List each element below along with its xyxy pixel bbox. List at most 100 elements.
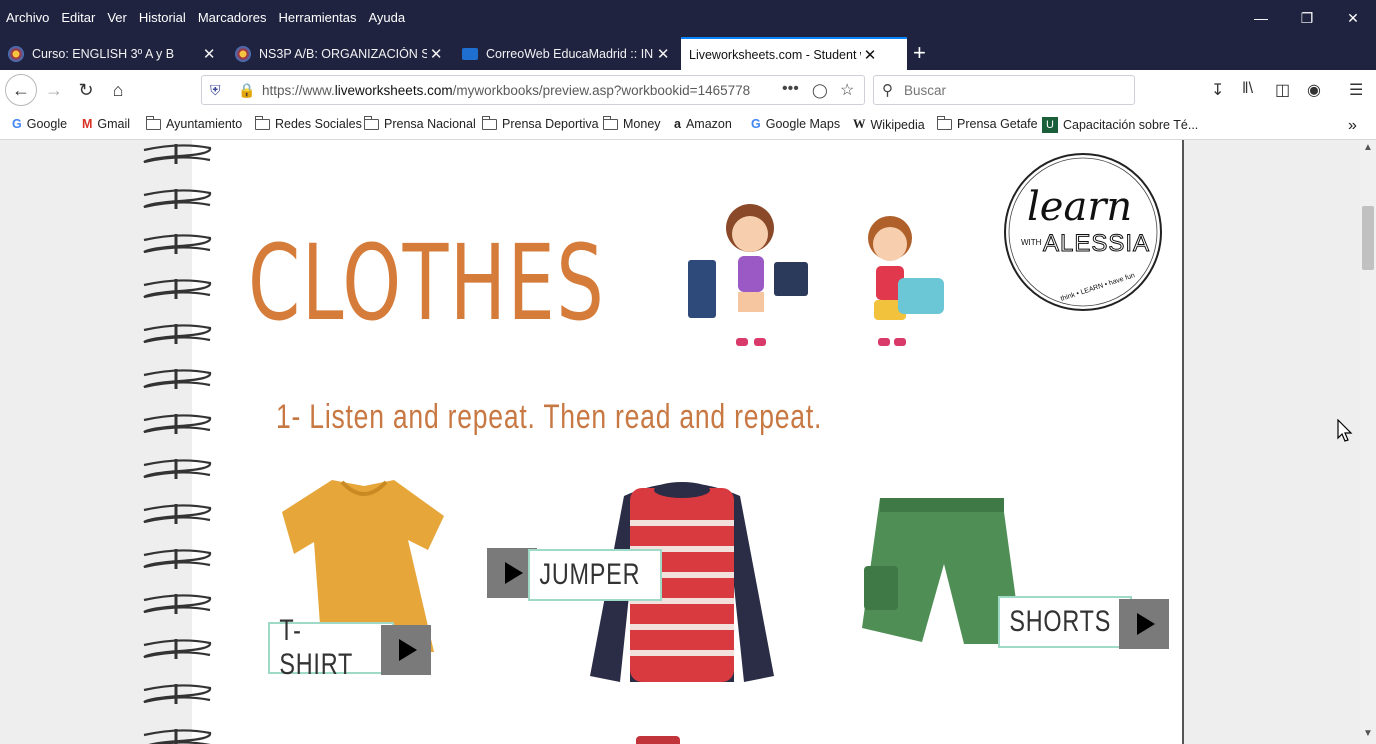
bookmark-label: Prensa Nacional [384,117,476,131]
bookmark-wikipedia[interactable]: W Wikipedia [853,117,925,132]
navigation-bar: ← → ↻ ⌂ ⛨ 🔒 https://www.liveworksheets.c… [0,70,1376,110]
menu-editar[interactable]: Editar [61,10,95,25]
tab-close-icon[interactable]: ✕ [654,45,672,63]
play-tshirt-button[interactable] [381,625,431,675]
bookmark-prensa-deportiva[interactable]: Prensa Deportiva [482,115,599,131]
folder-icon [146,115,161,130]
spiral-ring [143,414,212,434]
lock-icon[interactable]: 🔒 [238,82,255,99]
menu-ayuda[interactable]: Ayuda [368,10,405,25]
minimize-icon[interactable]: — [1238,0,1284,36]
bookmark-prensa-nacional[interactable]: Prensa Nacional [364,115,476,131]
more-actions-icon[interactable]: ••• [782,80,799,98]
tab-correoweb[interactable]: CorreoWeb EducaMadrid :: INBOX ✕ [454,38,680,70]
learn-with-alessia-logo: learn WITH ALESSIA think • LEARN • have … [1001,150,1165,314]
spiral-ring [143,729,212,744]
tab-close-icon[interactable]: ✕ [427,45,445,63]
spiral-ring [143,144,212,164]
google-icon: G [12,117,22,131]
mouse-cursor-icon [1337,419,1353,442]
menu-marcadores[interactable]: Marcadores [198,10,267,25]
library-icon[interactable]: ‖\ [1242,80,1253,98]
tab-title: Curso: ENGLISH 3º A y B [32,47,175,61]
moodle-icon [235,46,251,62]
logo-with: WITH [1021,238,1042,247]
folder-icon [255,115,270,130]
bookmark-label: Money [623,117,661,131]
moodle-icon [8,46,24,62]
tab-close-icon[interactable]: ✕ [200,45,218,63]
spiral-ring [143,549,212,569]
account-icon[interactable]: ◉ [1307,80,1321,100]
bookmark-ayuntamiento[interactable]: Ayuntamiento [146,115,242,131]
page-scrollbar[interactable]: ▲ ▼ [1360,140,1376,744]
search-box[interactable]: ⚲ [873,75,1135,105]
tab-ns3p[interactable]: NS3P A/B: ORGANIZACIÓN SEMANAL ✕ [227,38,453,70]
tab-liveworksheets[interactable]: Liveworksheets.com - Student workbooks ✕ [681,37,907,71]
bookmark-label: Prensa Getafe [957,117,1038,131]
spiral-ring [143,189,212,209]
download-icon[interactable]: ↧ [1211,80,1224,100]
word-tshirt: T-SHIRT [279,614,354,681]
new-tab-icon[interactable]: + [913,42,926,64]
tab-strip: Curso: ENGLISH 3º A y B ✕ NS3P A/B: ORGA… [0,36,1376,71]
pocket-icon[interactable]: ◯ [812,82,828,99]
tab-curso-english[interactable]: Curso: ENGLISH 3º A y B ✕ [0,38,226,70]
menu-historial[interactable]: Historial [139,10,186,25]
logo-learn: learn [1027,184,1133,230]
bookmark-amazon[interactable]: a Amazon [674,117,732,131]
star-icon[interactable]: ☆ [840,80,854,100]
home-icon[interactable]: ⌂ [104,76,132,104]
bookmark-google[interactable]: G Google [12,117,67,131]
spiral-ring [143,234,212,254]
bookmark-label: Prensa Deportiva [502,117,599,131]
word-shorts: SHORTS [1009,605,1112,638]
tab-title: Liveworksheets.com - Student workbooks [689,48,861,62]
menu-archivo[interactable]: Archivo [6,10,49,25]
scroll-up-icon[interactable]: ▲ [1363,142,1373,153]
search-input[interactable] [904,82,1124,98]
menu-ver[interactable]: Ver [107,10,127,25]
restore-icon[interactable]: ❐ [1284,0,1330,36]
url-path: /myworkbooks/preview.asp?workbookid=1465… [452,82,751,98]
tab-close-icon[interactable]: ✕ [861,46,879,64]
shield-icon[interactable]: ⛨ [210,82,221,99]
bookmark-google-maps[interactable]: G Google Maps [751,117,840,131]
bookmarks-overflow-icon[interactable]: » [1348,117,1357,135]
url-bar[interactable]: ⛨ 🔒 https://www.liveworksheets.com/mywor… [201,75,865,105]
hamburger-menu-icon[interactable]: ☰ [1349,80,1363,100]
window-controls: — ❐ ✕ [1238,0,1376,36]
spiral-ring [143,279,212,299]
instruction-text: 1- Listen and repeat. Then read and repe… [276,398,823,436]
reload-icon[interactable]: ↻ [72,76,100,104]
sidebar-icon[interactable]: ◫ [1275,80,1290,100]
url-prefix: https://www. [262,82,335,98]
scrollbar-thumb[interactable] [1362,206,1374,270]
url-text[interactable]: https://www.liveworksheets.com/myworkboo… [262,83,772,98]
url-domain: liveworksheets.com [334,82,453,98]
spiral-ring [143,639,212,659]
word-box-shorts: SHORTS [998,596,1132,648]
bookmark-prensa-getafe[interactable]: Prensa Getafe [937,115,1038,131]
folder-icon [482,115,497,130]
play-shorts-button[interactable] [1119,599,1169,649]
back-icon[interactable]: ← [5,74,37,106]
folder-icon [937,115,952,130]
bookmark-money[interactable]: Money [603,115,661,131]
bookmark-redes-sociales[interactable]: Redes Sociales [255,115,362,131]
next-item-partial [636,736,680,744]
forward-icon[interactable]: → [40,76,68,104]
menu-herramientas[interactable]: Herramientas [278,10,356,25]
tab-title: NS3P A/B: ORGANIZACIÓN SEMANAL [259,47,428,61]
u-logo-icon: U [1042,117,1058,133]
bookmark-label: Redes Sociales [275,117,362,131]
bookmark-capacitacion[interactable]: U Capacitación sobre Té... [1042,117,1198,133]
bookmark-label: Google [26,117,68,131]
scroll-down-icon[interactable]: ▼ [1363,728,1373,739]
bookmark-gmail[interactable]: M Gmail [82,117,130,131]
close-icon[interactable]: ✕ [1330,0,1376,36]
bookmark-label: Gmail [97,117,131,131]
gmail-icon: M [82,117,93,131]
bookmark-label: Amazon [685,117,732,131]
bookmarks-toolbar: G Google M Gmail Ayuntamiento Redes Social… [0,110,1376,140]
